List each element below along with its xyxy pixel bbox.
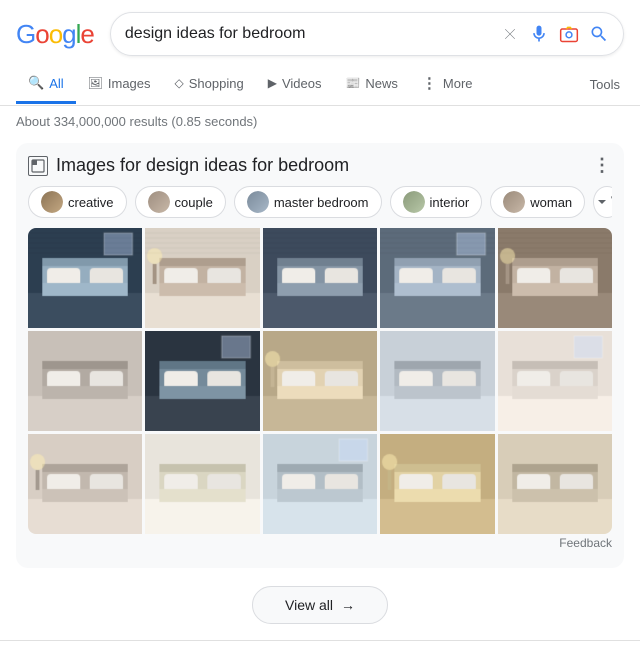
chips-expand-button[interactable]: ˅ [593, 186, 612, 218]
images-icon: 🖼 [88, 76, 103, 90]
image-search-button[interactable] [559, 24, 579, 44]
image-cell-5[interactable] [28, 331, 142, 431]
tab-more-label: More [443, 76, 473, 91]
image-cell-1[interactable] [145, 228, 259, 328]
image-cell-6[interactable] [145, 331, 259, 431]
header: Google [0, 0, 640, 64]
tab-all-label: All [49, 76, 63, 91]
close-icon [501, 25, 519, 43]
shopping-icon: ◇ [175, 76, 184, 90]
chip-interior-label: interior [430, 195, 470, 210]
all-icon: 🔍 [28, 75, 44, 91]
results-count: About 334,000,000 results (0.85 seconds) [16, 114, 257, 129]
tab-news-label: News [365, 76, 398, 91]
images-section: Images for design ideas for bedroom ⋮ cr… [16, 143, 624, 568]
image-cell-9[interactable] [498, 331, 612, 431]
tab-all[interactable]: 🔍 All [16, 65, 76, 104]
chip-creative[interactable]: creative [28, 186, 127, 218]
more-options-button[interactable]: ⋮ [593, 155, 612, 176]
image-cell-2[interactable] [263, 228, 377, 328]
bottom-divider [0, 640, 640, 641]
tab-shopping[interactable]: ◇ Shopping [163, 66, 256, 104]
tab-news[interactable]: 📰 News [333, 66, 409, 104]
tab-images-label: Images [108, 76, 151, 91]
chip-master-bedroom[interactable]: master bedroom [234, 186, 382, 218]
clear-search-button[interactable] [501, 25, 519, 43]
feedback-row: Feedback [28, 534, 612, 556]
image-cell-8[interactable] [380, 331, 494, 431]
images-header: Images for design ideas for bedroom ⋮ [28, 155, 612, 176]
image-cell-7[interactable] [263, 331, 377, 431]
image-section-icon [28, 156, 48, 176]
chevron-down-icon [594, 194, 610, 210]
image-cell-11[interactable] [145, 434, 259, 534]
images-title: Images for design ideas for bedroom [28, 155, 349, 176]
search-bar [110, 12, 624, 56]
view-all-button[interactable]: View all → [252, 586, 388, 624]
arrow-right-icon: → [341, 597, 355, 613]
image-cell-13[interactable] [380, 434, 494, 534]
image-cell-14[interactable] [498, 434, 612, 534]
chip-couple-label: couple [175, 195, 213, 210]
view-all-label: View all [285, 597, 333, 613]
chip-creative-label: creative [68, 195, 114, 210]
chip-couple[interactable]: couple [135, 186, 226, 218]
google-logo: Google [16, 19, 94, 50]
image-cell-4[interactable] [498, 228, 612, 328]
chip-woman[interactable]: woman [490, 186, 585, 218]
microphone-icon [529, 24, 549, 44]
chip-master-label: master bedroom [274, 195, 369, 210]
filter-chips: creative couple master bedroom interior … [28, 186, 612, 218]
nav-tabs: 🔍 All 🖼 Images ◇ Shopping ▶ Videos 📰 New… [0, 64, 640, 106]
image-cell-0[interactable] [28, 228, 142, 328]
news-icon: 📰 [345, 76, 360, 90]
voice-search-button[interactable] [529, 24, 549, 44]
image-grid [28, 228, 612, 534]
tab-more[interactable]: ⋮ More [410, 64, 485, 105]
view-all-row: View all → [0, 578, 640, 640]
image-cell-10[interactable] [28, 434, 142, 534]
videos-icon: ▶ [268, 76, 277, 90]
tab-videos[interactable]: ▶ Videos [256, 66, 334, 104]
feedback-link[interactable]: Feedback [559, 536, 612, 550]
search-icon [589, 24, 609, 44]
images-section-title: Images for design ideas for bedroom [56, 155, 349, 176]
chip-interior[interactable]: interior [390, 186, 483, 218]
tab-shopping-label: Shopping [189, 76, 244, 91]
image-cell-12[interactable] [263, 434, 377, 534]
tab-images[interactable]: 🖼 Images [76, 66, 163, 104]
results-info: About 334,000,000 results (0.85 seconds) [0, 106, 640, 137]
camera-icon [559, 24, 579, 44]
more-icon: ⋮ [422, 74, 438, 92]
chip-woman-label: woman [530, 195, 572, 210]
search-input[interactable] [125, 25, 501, 43]
image-cell-3[interactable] [380, 228, 494, 328]
tools-button[interactable]: Tools [586, 67, 624, 102]
tab-videos-label: Videos [282, 76, 322, 91]
google-search-button[interactable] [589, 24, 609, 44]
